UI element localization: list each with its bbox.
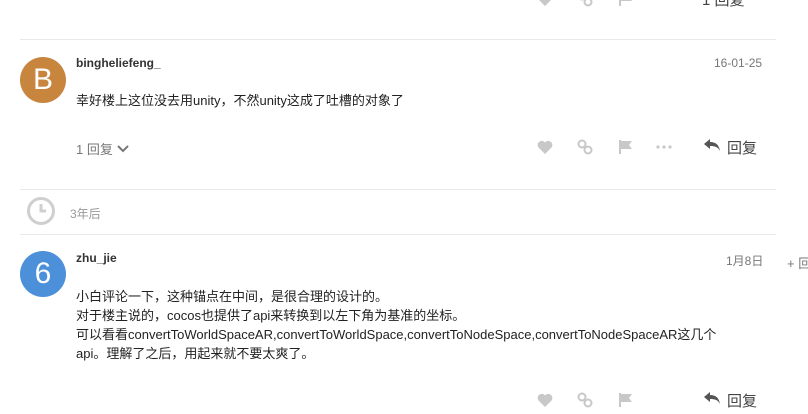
username[interactable]: zhu_jie <box>76 251 117 265</box>
post-body-line: 小白评论一下，这种锚点在中间，是很合理的设计的。 <box>76 289 389 304</box>
flag-icon[interactable] <box>615 0 637 10</box>
previous-post-actions: 1 回复 <box>0 0 808 10</box>
post-body-line: 对于楼主说的，cocos也提供了api来转换到以左下角为基准的坐标。 <box>76 308 466 323</box>
more-icon[interactable] <box>653 136 675 158</box>
clock-icon <box>26 196 56 231</box>
reply-label: 回复 <box>727 392 758 410</box>
post-date[interactable]: 16-01-25 <box>714 56 762 70</box>
reply-label: 回复 <box>727 139 758 157</box>
like-heart-icon[interactable] <box>534 0 556 10</box>
divider <box>20 189 776 190</box>
flag-icon[interactable] <box>615 389 637 411</box>
like-heart-icon[interactable] <box>534 136 556 158</box>
post-body-line: 可以看看convertToWorldSpaceAR,convertToWorld… <box>76 327 717 342</box>
link-icon[interactable] <box>574 136 596 158</box>
avatar[interactable]: B <box>20 57 66 103</box>
side-reply-link[interactable]: + 回 <box>787 253 808 272</box>
avatar[interactable]: 6 <box>20 251 66 297</box>
divider <box>20 39 776 40</box>
post-actions: 回复 <box>0 389 808 413</box>
post-actions: 回复 <box>0 136 808 160</box>
time-gap-label: 3年后 <box>70 207 101 221</box>
reply-button[interactable]: 回复 <box>703 136 757 158</box>
post-body: 小白评论一下，这种锚点在中间，是很合理的设计的。 对于楼主说的，cocos也提供… <box>76 287 716 363</box>
time-gap: 3年后 <box>26 196 101 231</box>
post-date[interactable]: 1月8日 <box>726 252 763 269</box>
flag-icon[interactable] <box>615 136 637 158</box>
link-icon[interactable] <box>574 0 596 10</box>
username[interactable]: bingheliefeng_ <box>76 56 161 70</box>
avatar-letter: 6 <box>34 257 52 290</box>
link-icon[interactable] <box>574 389 596 411</box>
previous-replies[interactable]: 1 回复 <box>702 0 745 10</box>
like-heart-icon[interactable] <box>534 389 556 411</box>
post-body: 幸好楼上这位没去用unity，不然unity这成了吐槽的对象了 <box>76 91 404 110</box>
previous-replies-label: 1 回复 <box>702 0 745 9</box>
post-body-line: 幸好楼上这位没去用unity，不然unity这成了吐槽的对象了 <box>76 93 404 108</box>
avatar-letter: B <box>32 63 53 96</box>
reply-button[interactable]: 回复 <box>703 389 757 411</box>
divider <box>20 234 776 235</box>
reply-arrow-icon <box>703 391 721 409</box>
post-body-line: api。理解了之后，用起来就不要太爽了。 <box>76 346 315 361</box>
reply-arrow-icon <box>703 138 721 156</box>
